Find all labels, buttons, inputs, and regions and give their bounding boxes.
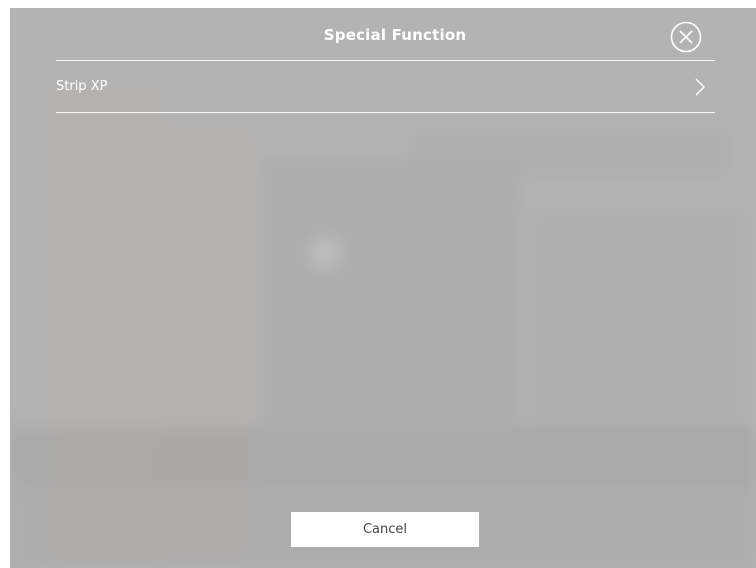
dialog-overlay: Special Function Strip XP Cancel [10, 8, 756, 568]
menu-item-strip-xp[interactable]: Strip XP [56, 61, 715, 112]
close-button[interactable] [670, 21, 702, 53]
dialog-title: Special Function [323, 26, 467, 44]
menu-item-label: Strip XP [56, 79, 108, 94]
cancel-button[interactable]: Cancel [291, 512, 479, 547]
close-circle-icon [670, 21, 702, 53]
divider-bottom [56, 112, 715, 113]
chevron-right-icon [695, 78, 705, 96]
